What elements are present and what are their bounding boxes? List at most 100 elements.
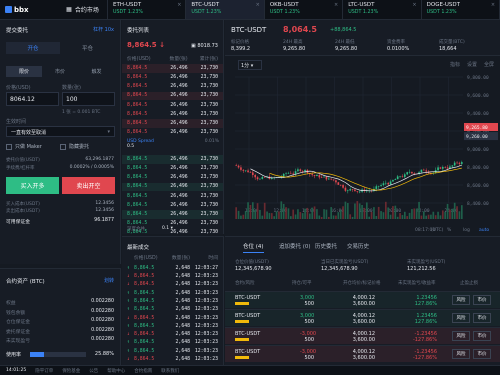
close-icon[interactable]: × [334,2,338,8]
buy-long-button[interactable]: 买入开多 [6,177,59,194]
tab-close[interactable]: 平仓 [60,42,115,54]
candle-body [456,162,458,164]
hidden-checkbox[interactable]: 隐藏委托 [60,143,89,150]
orderbook-row[interactable]: 8,864.5 26,496 23,730 [122,128,223,137]
type-limit[interactable]: 限价 [6,66,42,77]
orderbook-row[interactable]: 8,864.5 26,496 23,730 [122,173,223,182]
stat-item: 资金费率 0.0100% [387,39,409,52]
candle-body [261,177,264,179]
market-close-button[interactable]: 市价 [473,349,491,359]
book-price: 8,864.5 [127,93,148,99]
status-link[interactable]: 保险基金 [62,368,80,374]
fullscreen-button[interactable]: 全屏 [484,61,494,68]
volume-bar [242,214,245,219]
orderbook-row[interactable]: 8,864.5 26,496 23,730 [122,64,223,73]
risk-button[interactable]: 风险 [452,331,470,341]
position-row[interactable]: BTC-USDT -3,000 500 4,000.12 3,600.00 -1.2345… [225,345,500,362]
close-icon[interactable]: × [412,2,416,8]
market-close-button[interactable]: 市价 [473,331,491,341]
qty-input[interactable]: 100 [62,92,115,106]
sell-short-button[interactable]: 卖出开空 [62,177,115,194]
maker-checkbox[interactable]: 只做 Maker [6,143,42,150]
orderbook-row[interactable]: 8,864.5 26,496 23,730 [122,119,223,128]
status-link[interactable]: 合约指南 [134,368,152,374]
candle-body [358,191,361,193]
arrow-up-icon: ↑ [127,290,130,296]
arrow-up-icon: ↑ [127,340,130,346]
candle-body [413,173,416,174]
orderbook-row[interactable]: 8,864.5 26,496 23,730 [122,182,223,192]
stat-value: 8,399.2 [231,46,251,52]
settings-button[interactable]: 设置 [467,61,477,68]
status-link[interactable]: 公告 [89,368,98,374]
status-link[interactable]: 联系我们 [161,368,179,374]
type-trigger[interactable]: 触发 [78,66,115,77]
interval-select[interactable]: 1分 ▾ [238,60,262,70]
orderbook-row[interactable]: 8,864.5 26,496 23,730 [122,201,223,210]
position-symbol: BTC-USDT [235,331,261,337]
position-row[interactable]: BTC-USDT 3,000 500 4,000.12 3,600.00 1.23456 1… [225,309,500,326]
orderbook-row[interactable]: 8,864.5 26,496 23,730 [122,110,223,119]
tab-ticker-okb[interactable]: OKB-USDT USDT 1.23% × [265,0,344,19]
tab-open[interactable]: 开仓 [6,42,60,54]
orderbook-row[interactable]: 8,864.5 26,496 23,730 [122,101,223,110]
asset-value: 0.002280 [91,327,114,333]
volume-bar [254,209,257,219]
market-close-button[interactable]: 市价 [473,313,491,323]
tab-ticker-btc[interactable]: BTC-USDT USDT 1.23% × [186,0,265,19]
orderbook-row[interactable]: 8,864.5 26,496 23,730 [122,210,223,219]
trade-row: ↓ 8,864.5 2,648 12:03:23 [122,330,223,339]
trade-row: ↓ 8,864.5 2,648 12:03:23 [122,281,223,290]
position-row[interactable]: BTC-USDT 3,000 500 4,000.12 3,600.00 1.23456 1… [225,291,500,308]
risk-button[interactable]: 风险 [452,349,470,359]
volume-bar [278,211,280,219]
orderbook-row[interactable]: 8,864.5 26,496 23,730 [122,82,223,91]
volume-bar [382,212,385,219]
candle-body [337,182,340,185]
positions-panel: 仓位 (4) 追加委托 (0) 历史委托 交易历史 仓位价值(USDT) 12,3… [225,236,500,365]
orderbook-row[interactable]: 8,864.5 26,496 23,730 [122,155,223,164]
orderbook-row[interactable]: 8,864.5 26,496 23,730 [122,91,223,101]
tif-select[interactable]: 一直有效至取消 ▾ [6,126,115,137]
candle-body [384,182,387,184]
market-menu[interactable]: ▦ 合约市场 [58,0,108,19]
tab-ticker-doge[interactable]: DOGE-USDT USDT 1.23% × [422,0,500,19]
price-input[interactable]: 8064.12 [6,92,59,106]
volume-bar [339,210,342,219]
orderbook-row[interactable]: 8,864.5 26,496 23,730 [122,192,223,201]
volume-bar [273,216,276,219]
market-close-button[interactable]: 市价 [473,295,491,305]
status-link[interactable]: 隐平订单 [35,368,53,374]
orderbook-row[interactable]: 8,864.5 26,496 23,730 [122,164,223,173]
volume-bar [325,209,328,219]
logo[interactable]: bbx [0,0,58,19]
candle-body [299,169,302,171]
indicator-button[interactable]: 指标 [450,61,460,68]
candlestick-chart[interactable]: 9,800.009,600.009,400.009,200.009,000.00… [225,73,500,235]
trade-row: ↑ 8,864.5 2,648 12:03:23 [122,306,223,315]
risk-button[interactable]: 风险 [452,313,470,323]
tab-ticker-eth[interactable]: ETH-USDT USDT 1.23% × [108,0,187,19]
type-market[interactable]: 市价 [42,66,78,77]
depth-select[interactable]: 0.1 ▾ [162,226,173,231]
risk-button[interactable]: 风险 [452,295,470,305]
tab-history-orders[interactable]: 历史委托 [315,242,337,250]
tab-trade-history[interactable]: 交易历史 [347,242,369,250]
usage-value: 25.88% [94,351,114,357]
close-icon[interactable]: × [256,2,260,8]
trade-time: 12:03:23 [194,323,218,329]
asset-key: 委托保证金 [6,329,30,335]
candle-body [251,172,254,175]
tab-positions[interactable]: 仓位 (4) [243,242,264,253]
tab-plan-orders[interactable]: 追加委托 (0) [279,242,311,250]
leverage-button[interactable]: 杠杆 10x [93,26,114,33]
volume-bar [392,206,394,219]
close-icon[interactable]: × [177,2,181,8]
position-row[interactable]: BTC-USDT -3,000 500 4,000.12 3,600.00 -1.2345… [225,327,500,344]
close-icon[interactable]: × [491,2,495,8]
tab-ticker-ltc[interactable]: LTC-USDT USDT 1.23% × [343,0,422,19]
status-link[interactable]: 帮助中心 [107,368,125,374]
orderbook-row[interactable]: 8,864.5 26,496 23,730 [122,73,223,82]
trade-time: 12:03:23 [194,357,218,363]
transfer-link[interactable]: 划转 [104,277,114,284]
